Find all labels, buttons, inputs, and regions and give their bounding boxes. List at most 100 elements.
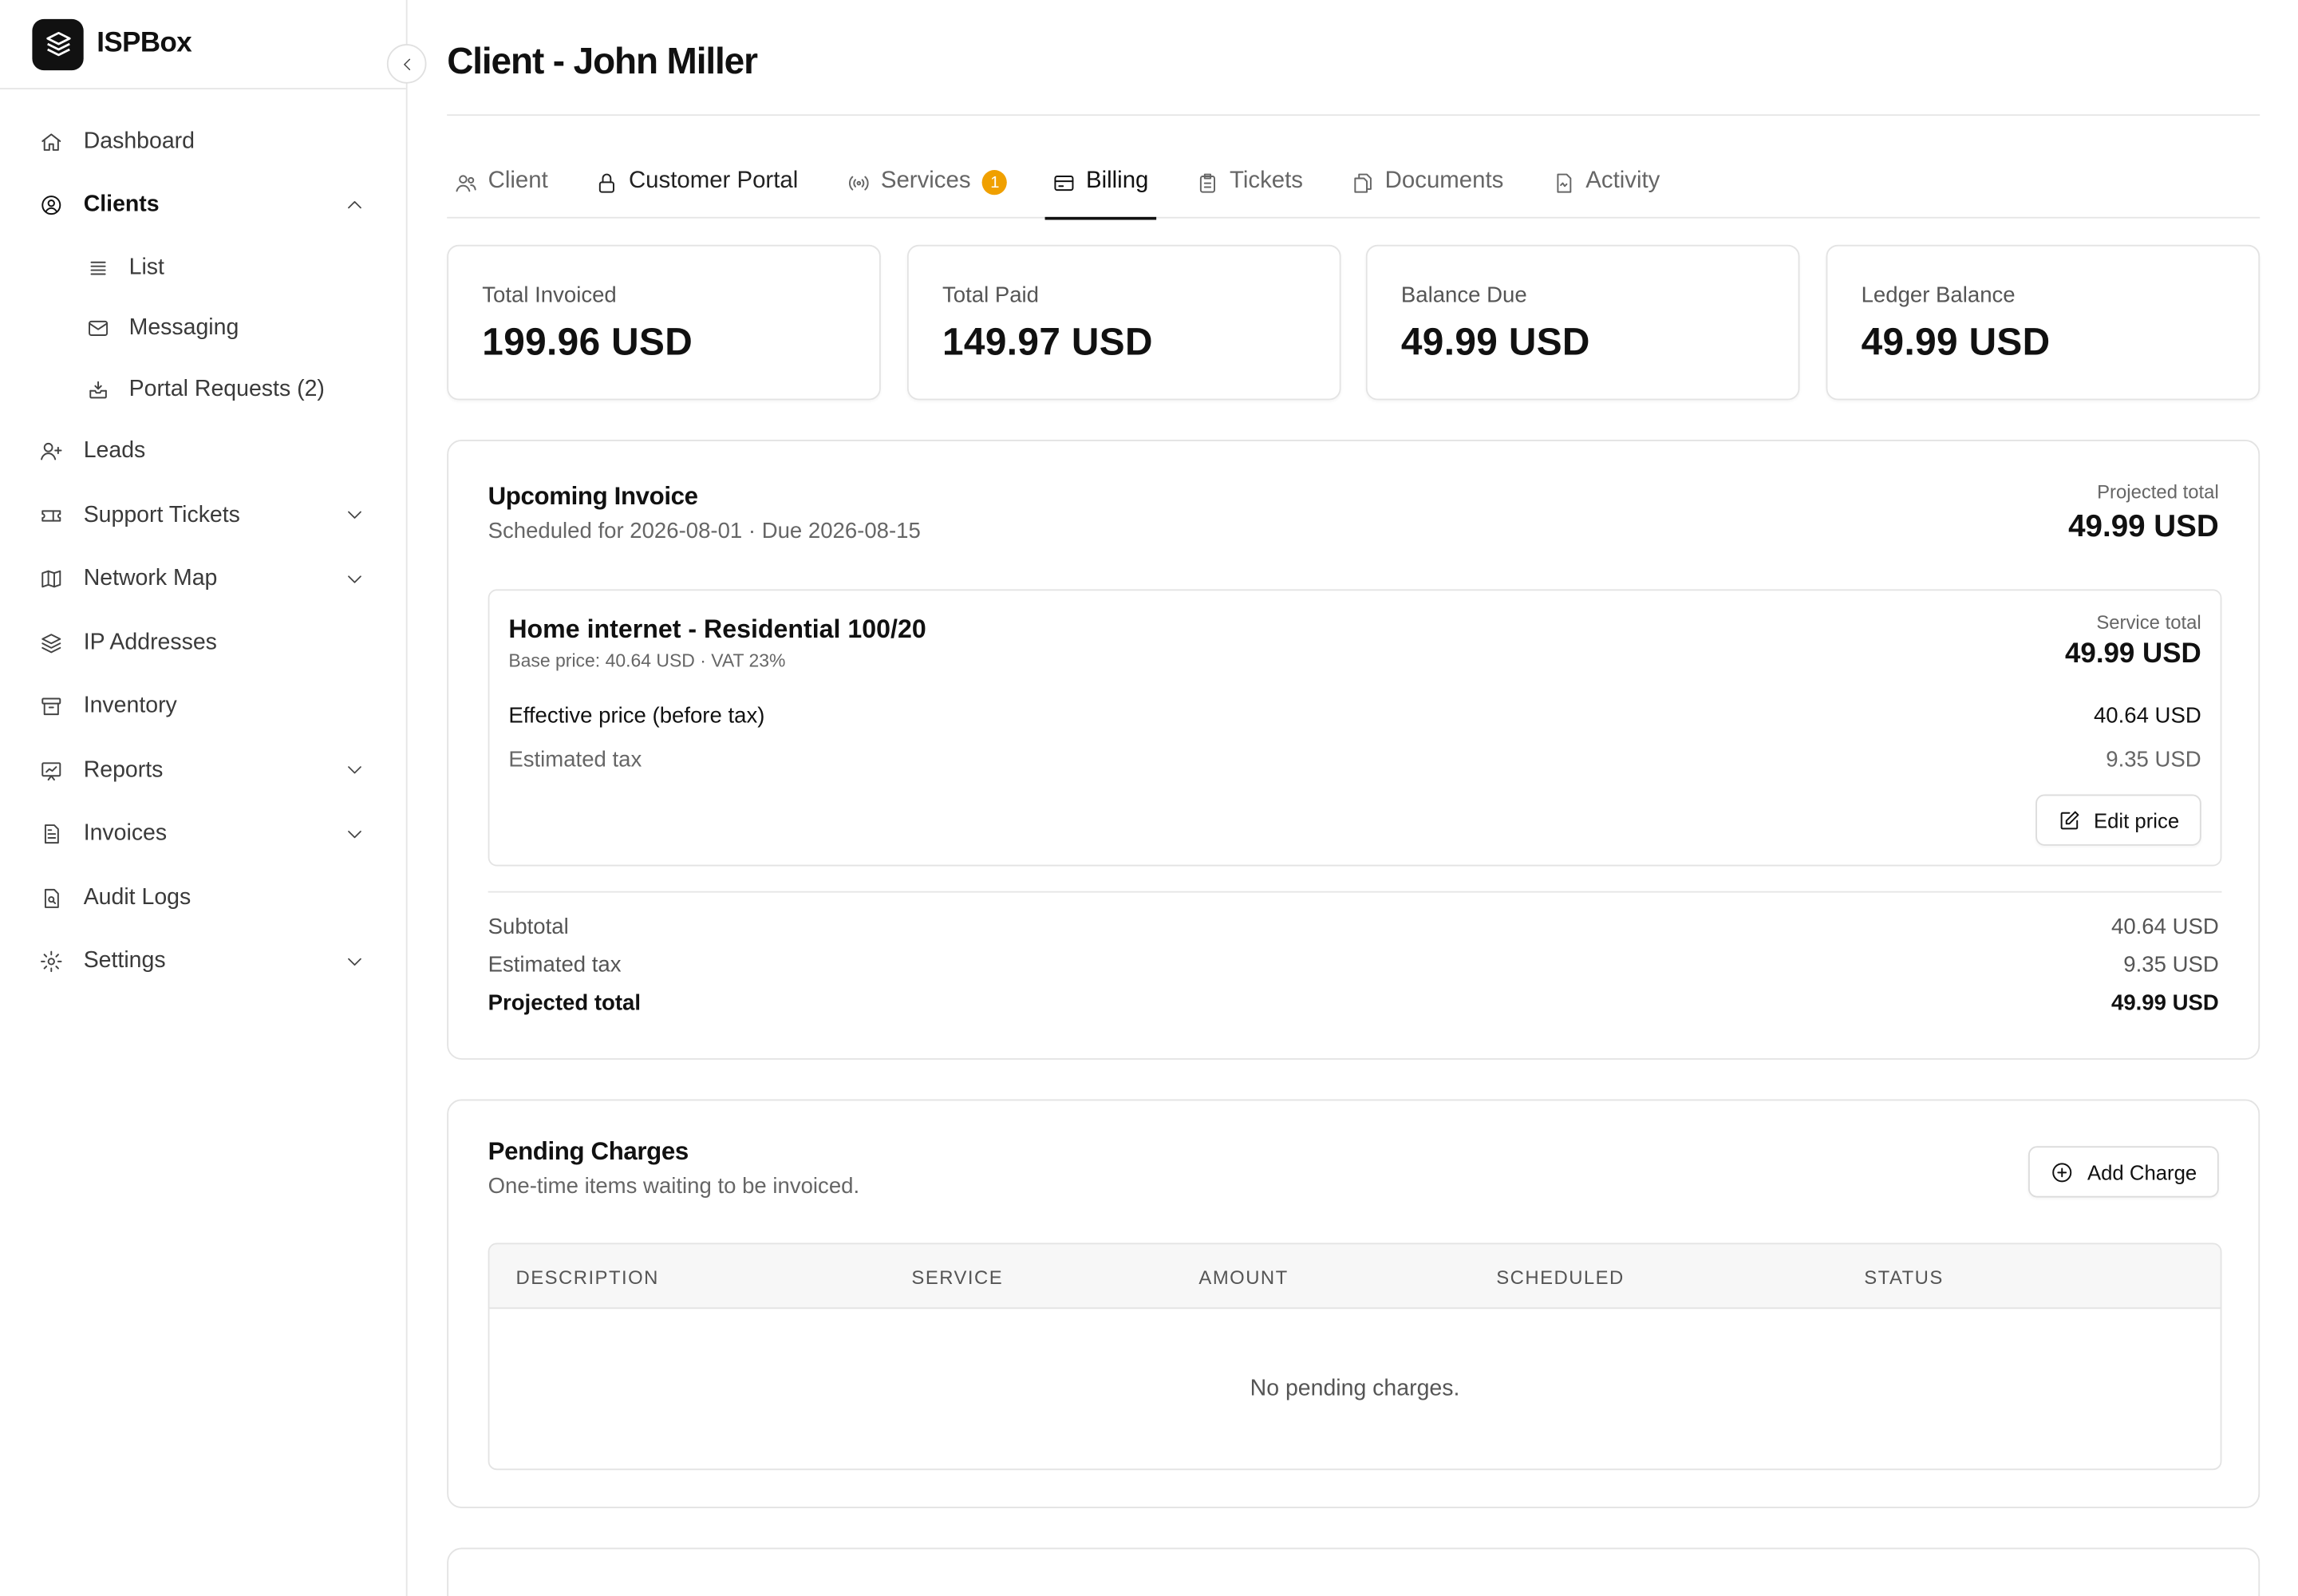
edit-icon [2057, 808, 2080, 832]
stat-balance-due: Balance Due 49.99 USD [1365, 244, 1800, 401]
tab-billing[interactable]: Billing [1044, 152, 1155, 220]
column-header-status[interactable]: STATUS [1864, 1266, 1943, 1289]
sidebar-nav: Dashboard Clients List Messaging Portal … [0, 89, 406, 994]
sidebar: ISPBox Dashboard Clients List Messaging [0, 0, 427, 1596]
card-title: Upcoming Invoice [488, 482, 698, 511]
sidebar-item-inventory[interactable]: Inventory [0, 675, 406, 739]
chevron-down-icon [348, 575, 361, 583]
credit-card-icon [1052, 172, 1076, 195]
column-header-service[interactable]: SERVICE [911, 1266, 1003, 1289]
edit-price-button[interactable]: Edit price [2035, 794, 2201, 846]
effective-price-label: Effective price (before tax) [508, 703, 765, 729]
stat-ledger-balance: Ledger Balance 49.99 USD [1826, 244, 2260, 401]
layers-icon [40, 631, 63, 654]
tab-activity[interactable]: Activity [1552, 152, 1660, 219]
file-text-icon [40, 823, 63, 846]
divider [447, 114, 2260, 117]
service-name: Home internet - Residential 100/20 [508, 614, 926, 644]
sidebar-item-clients[interactable]: Clients [0, 174, 406, 238]
stat-value: 49.99 USD [1400, 319, 1590, 364]
sidebar-item-settings[interactable]: Settings [0, 930, 406, 994]
summary-total-label: Projected total [488, 990, 641, 1016]
table-header: DESCRIPTION SERVICE AMOUNT SCHEDULED STA… [489, 1244, 2221, 1310]
gear-icon [40, 950, 63, 974]
stat-total-invoiced: Total Invoiced 199.96 USD [447, 244, 881, 401]
stat-value: 149.97 USD [942, 319, 1153, 364]
pending-charges-table: DESCRIPTION SERVICE AMOUNT SCHEDULED STA… [488, 1242, 2222, 1471]
tab-label: Services [880, 168, 971, 194]
tab-client[interactable]: Client [454, 152, 548, 219]
tab-label: Billing [1085, 168, 1149, 194]
stat-value: 199.96 USD [482, 319, 693, 364]
upcoming-invoice-card: Upcoming Invoice Scheduled for 2026-08-0… [447, 440, 2260, 1060]
estimated-tax-label: Estimated tax [508, 747, 642, 772]
tab-bar: Client Customer Portal Services 1 Billin… [447, 152, 2260, 220]
tab-documents[interactable]: Documents [1351, 152, 1503, 219]
sidebar-item-ip-addresses[interactable]: IP Addresses [0, 611, 406, 675]
inbox-download-icon [86, 377, 109, 401]
sidebar-item-label: Messaging [128, 315, 239, 341]
sidebar-item-reports[interactable]: Reports [0, 739, 406, 803]
card-subtitle: One-time items waiting to be invoiced. [488, 1174, 860, 1199]
subtotal-label: Subtotal [488, 915, 569, 940]
chevron-left-icon [403, 57, 410, 70]
sidebar-item-portal-requests[interactable]: Portal Requests (2) [0, 359, 406, 420]
column-header-description[interactable]: DESCRIPTION [516, 1266, 659, 1289]
home-icon [40, 130, 63, 153]
sidebar-item-list[interactable]: List [0, 238, 406, 298]
sidebar-item-label: Support Tickets [83, 502, 240, 527]
tab-tickets[interactable]: Tickets [1196, 152, 1303, 219]
sidebar-item-label: List [128, 255, 164, 280]
stat-total-paid: Total Paid 149.97 USD [906, 244, 1341, 401]
add-charge-button[interactable]: Add Charge [2028, 1146, 2219, 1198]
chevron-down-icon [348, 830, 361, 838]
sidebar-item-label: Network Map [83, 566, 218, 591]
summary-tax-label: Estimated tax [488, 952, 622, 978]
tab-label: Customer Portal [628, 168, 799, 194]
card-title: Pending Charges [488, 1137, 689, 1166]
stat-value: 49.99 USD [1861, 319, 2051, 364]
tab-services[interactable]: Services 1 [847, 152, 1008, 219]
list-icon [86, 256, 109, 279]
collapse-sidebar-button[interactable] [386, 44, 427, 84]
sidebar-item-invoices[interactable]: Invoices [0, 803, 406, 867]
user-circle-icon [40, 194, 63, 217]
ticket-icon [40, 504, 63, 527]
sidebar-item-label: Dashboard [83, 128, 195, 154]
count-badge: 1 [982, 170, 1008, 196]
sidebar-item-label: Portal Requests (2) [128, 376, 325, 401]
subtotal-value: 40.64 USD [2110, 915, 2219, 940]
button-label: Add Charge [2087, 1159, 2197, 1184]
sidebar-item-label: Audit Logs [83, 884, 192, 911]
stat-label: Ledger Balance [1861, 282, 2016, 308]
sidebar-item-support-tickets[interactable]: Support Tickets [0, 484, 406, 547]
sidebar-item-leads[interactable]: Leads [0, 420, 406, 484]
column-header-amount[interactable]: AMOUNT [1198, 1266, 1288, 1289]
sidebar-item-label: Clients [83, 192, 160, 218]
tab-customer-portal[interactable]: Customer Portal [595, 152, 799, 219]
summary-tax-value: 9.35 USD [2123, 952, 2219, 978]
brand[interactable]: ISPBox [0, 0, 406, 90]
empty-state-text: No pending charges. [1250, 1376, 1460, 1401]
chart-presentation-icon [40, 759, 63, 782]
service-total-value: 49.99 USD [2064, 638, 2201, 670]
sidebar-item-label: Reports [83, 757, 164, 783]
pending-charges-card: Pending Charges One-time items waiting t… [447, 1099, 2260, 1508]
chevron-down-icon [348, 511, 361, 519]
user-plus-icon [40, 440, 63, 463]
sidebar-item-messaging[interactable]: Messaging [0, 298, 406, 359]
tab-label: Activity [1585, 168, 1660, 194]
stat-label: Total Paid [942, 282, 1039, 308]
sidebar-item-label: Leads [83, 438, 146, 464]
column-header-scheduled[interactable]: SCHEDULED [1496, 1266, 1625, 1289]
tab-label: Tickets [1229, 168, 1303, 194]
broadcast-icon [847, 172, 871, 195]
summary-stats: Total Invoiced 199.96 USD Total Paid 149… [447, 244, 2260, 401]
tab-label: Client [488, 168, 548, 194]
sidebar-item-dashboard[interactable]: Dashboard [0, 110, 406, 174]
page-title: Client - John Miller [447, 41, 758, 82]
map-icon [40, 567, 63, 591]
sidebar-item-label: Invoices [83, 821, 168, 847]
sidebar-item-network-map[interactable]: Network Map [0, 547, 406, 611]
sidebar-item-audit-logs[interactable]: Audit Logs [0, 866, 406, 930]
